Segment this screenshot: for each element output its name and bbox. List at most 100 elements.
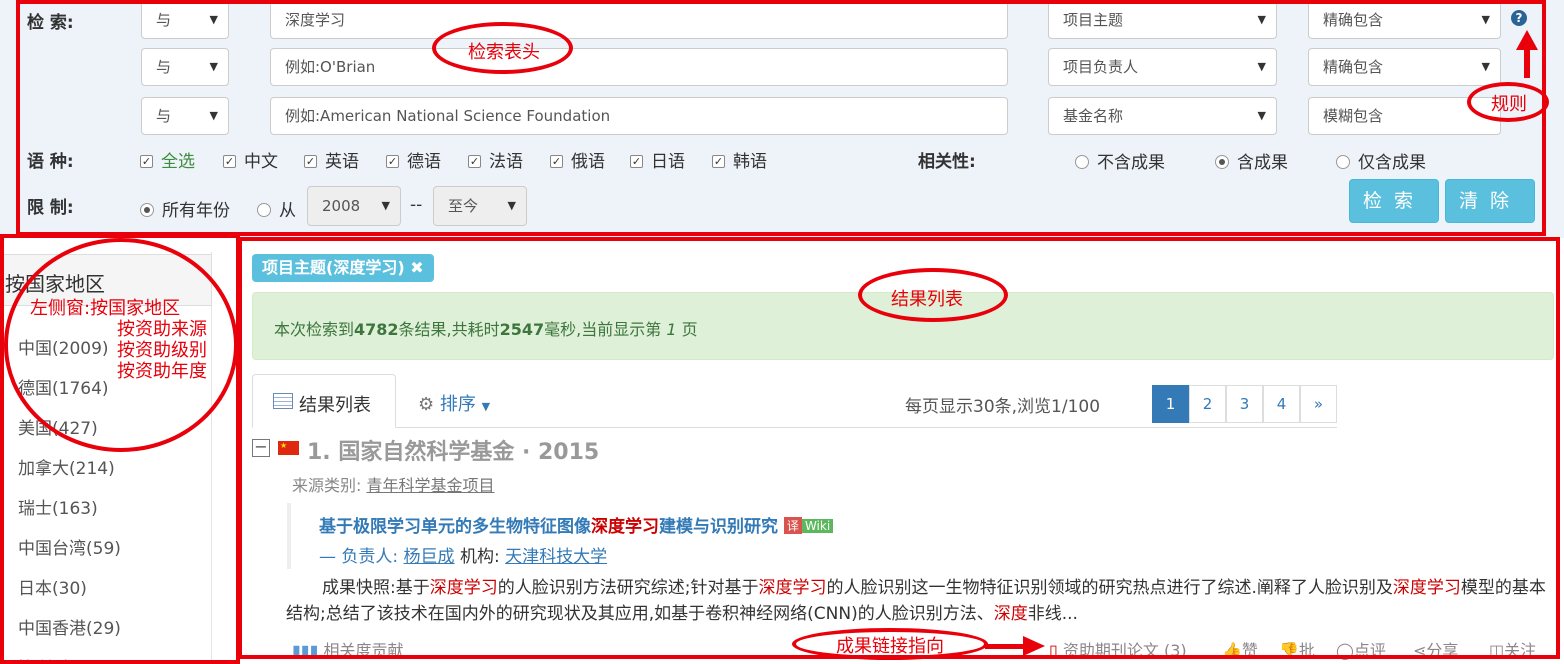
year-from-select[interactable]: 2008 ▼ bbox=[307, 186, 401, 226]
lang-checkbox-4[interactable]: ✓ 法语 bbox=[468, 147, 523, 172]
field-select-3[interactable]: 基金名称 ▼ bbox=[1048, 97, 1277, 135]
relevance-contrib[interactable]: ▮▮▮ 相关度贡献 bbox=[292, 637, 404, 661]
criticize-button[interactable]: 👎批 bbox=[1279, 637, 1315, 661]
lang-checkbox-6[interactable]: ✓ 日语 bbox=[630, 147, 685, 172]
query-input-2[interactable]: 例如:O'Brian bbox=[270, 48, 1008, 86]
lang-checkbox-7[interactable]: ✓ 韩语 bbox=[712, 147, 767, 172]
caret-down-icon: ▼ bbox=[481, 400, 491, 413]
lang-checkbox-3[interactable]: ✓ 德语 bbox=[386, 147, 441, 172]
match-select-2[interactable]: 精确包含 ▼ bbox=[1308, 48, 1501, 86]
source-line: 来源类别: 青年科学基金项目 bbox=[292, 476, 495, 495]
lang-checkbox-2[interactable]: ✓ 英语 bbox=[304, 147, 359, 172]
checkbox-checked-icon: ✓ bbox=[140, 155, 153, 168]
sidebar-item[interactable]: 加拿大(214) bbox=[18, 454, 115, 479]
annotation-arrow-right bbox=[1023, 636, 1045, 656]
logic-select-2[interactable]: 与 ▼ bbox=[141, 48, 229, 86]
field-select-2[interactable]: 项目负责人 ▼ bbox=[1048, 48, 1277, 86]
collapse-icon[interactable]: − bbox=[252, 439, 270, 457]
result-title[interactable]: 基于极限学习单元的多生物特征图像深度学习建模与识别研究 译 Wiki bbox=[319, 512, 834, 537]
per-page-info: 每页显示30条,浏览1/100 bbox=[905, 397, 1101, 417]
annotation-arrow-up bbox=[1516, 30, 1538, 50]
year-to-select[interactable]: 至今 ▼ bbox=[433, 186, 527, 226]
checkbox-checked-icon: ✓ bbox=[468, 155, 481, 168]
logic-select-1[interactable]: 与 ▼ bbox=[141, 1, 229, 39]
sidebar-item[interactable]: 中国(2009) bbox=[18, 334, 109, 359]
radio-checked-icon bbox=[140, 203, 154, 217]
radio-year-from[interactable]: 从 bbox=[257, 196, 296, 221]
quote-bar bbox=[287, 503, 291, 569]
logic-select-3[interactable]: 与 ▼ bbox=[141, 97, 229, 135]
share-icon: ⋖ bbox=[1413, 641, 1427, 660]
radio-checked-icon bbox=[1215, 155, 1229, 169]
checkbox-checked-icon: ✓ bbox=[550, 155, 563, 168]
filter-tag[interactable]: 项目主题(深度学习) ✖ bbox=[252, 254, 434, 282]
search-button[interactable]: 检索 bbox=[1349, 179, 1439, 223]
search-label: 检 索: bbox=[27, 13, 74, 33]
lang-checkbox-1[interactable]: ✓ 中文 bbox=[223, 147, 278, 172]
help-icon[interactable]: ? bbox=[1511, 10, 1527, 26]
limit-label: 限 制: bbox=[27, 198, 74, 218]
share-button[interactable]: ⋖分享 bbox=[1413, 637, 1458, 661]
annotation-left-pane-4: 按资助年度 bbox=[117, 361, 207, 382]
pdf-icon: ▯ bbox=[1049, 641, 1058, 660]
lang-checkbox-5[interactable]: ✓ 俄语 bbox=[550, 147, 605, 172]
checkbox-checked-icon: ✓ bbox=[630, 155, 643, 168]
lang-checkbox-0[interactable]: ✓ 全选 bbox=[140, 147, 195, 172]
sidebar-title: 按国家地区 bbox=[5, 272, 105, 296]
caret-down-icon: ▼ bbox=[381, 199, 390, 212]
pager-page[interactable]: 3 bbox=[1226, 385, 1263, 423]
translate-badge[interactable]: 译 bbox=[783, 517, 802, 534]
lead-link[interactable]: 杨巨成 bbox=[404, 547, 455, 567]
match-select-3[interactable]: 模糊包含 bbox=[1308, 97, 1501, 135]
thumbs-down-icon: 👎 bbox=[1279, 641, 1299, 660]
follow-button[interactable]: ◫关注 bbox=[1489, 637, 1536, 661]
tab-sort[interactable]: ⚙ 排序 ▼ bbox=[418, 390, 490, 416]
comment-button[interactable]: ◯点评 bbox=[1336, 637, 1386, 661]
annotation-result-list: 结果列表 bbox=[891, 289, 963, 310]
radio-icon bbox=[257, 203, 271, 217]
close-icon[interactable]: ✖ bbox=[410, 258, 423, 277]
annotation-rules: 规则 bbox=[1491, 94, 1527, 115]
query-input-3[interactable]: 例如:American National Science Foundation bbox=[270, 97, 1008, 135]
tab-result-list[interactable]: 结果列表 bbox=[252, 374, 396, 428]
radio-only-results[interactable]: 仅含成果 bbox=[1336, 148, 1426, 173]
result-abstract: 成果快照:基于深度学习的人脸识别方法研究综述;针对基于深度学习的人脸识别这一生物… bbox=[286, 578, 1546, 624]
lead-line: — 负责人: 杨巨成 机构: 天津科技大学 bbox=[319, 547, 608, 567]
year-separator: -- bbox=[410, 195, 423, 215]
china-flag-icon: ★ bbox=[278, 441, 299, 455]
query-input-1[interactable]: 深度学习 bbox=[270, 1, 1008, 39]
bar-chart-icon: ▮▮▮ bbox=[292, 641, 319, 660]
pager-next[interactable]: » bbox=[1300, 385, 1337, 423]
paper-link[interactable]: ▯ 资助期刊论文 (3) bbox=[1049, 637, 1187, 661]
caret-down-icon: ▼ bbox=[209, 109, 218, 122]
wiki-badge[interactable]: Wiki bbox=[801, 519, 834, 533]
radio-with-results[interactable]: 含成果 bbox=[1215, 148, 1288, 173]
columns-icon: ◫ bbox=[1489, 641, 1505, 660]
source-link[interactable]: 青年科学基金项目 bbox=[367, 476, 495, 495]
clear-button[interactable]: 清除 bbox=[1445, 179, 1535, 223]
annotation-arrow-shaft bbox=[985, 644, 1025, 649]
result-heading[interactable]: 1. 国家自然科学基金 · 2015 bbox=[307, 434, 599, 466]
pager-page[interactable]: 4 bbox=[1263, 385, 1300, 423]
annotation-header: 检索表头 bbox=[468, 42, 540, 63]
sidebar-item[interactable]: 日本(30) bbox=[18, 574, 87, 599]
pager-page[interactable]: 1 bbox=[1152, 385, 1189, 423]
sidebar-item[interactable]: 中国香港(29) bbox=[18, 614, 121, 639]
checkbox-checked-icon: ✓ bbox=[712, 155, 725, 168]
radio-all-years[interactable]: 所有年份 bbox=[140, 196, 230, 221]
sidebar-item[interactable]: 德国(1764) bbox=[18, 374, 109, 399]
caret-down-icon: ▼ bbox=[1481, 60, 1490, 73]
like-button[interactable]: 👍赞 bbox=[1222, 637, 1258, 661]
thumbs-up-icon: 👍 bbox=[1222, 641, 1242, 660]
sidebar-item[interactable]: 美国(427) bbox=[18, 414, 98, 439]
caret-down-icon: ▼ bbox=[209, 60, 218, 73]
sidebar-item[interactable]: 比利时(26) bbox=[18, 654, 104, 664]
sidebar-item[interactable]: 中国台湾(59) bbox=[18, 534, 121, 559]
language-label: 语 种: bbox=[27, 152, 74, 172]
pager-page[interactable]: 2 bbox=[1189, 385, 1226, 423]
match-select-1[interactable]: 精确包含 ▼ bbox=[1308, 1, 1501, 39]
org-link[interactable]: 天津科技大学 bbox=[505, 547, 607, 567]
sidebar-item[interactable]: 瑞士(163) bbox=[18, 494, 98, 519]
field-select-1[interactable]: 项目主题 ▼ bbox=[1048, 1, 1277, 39]
radio-no-results[interactable]: 不含成果 bbox=[1075, 148, 1165, 173]
